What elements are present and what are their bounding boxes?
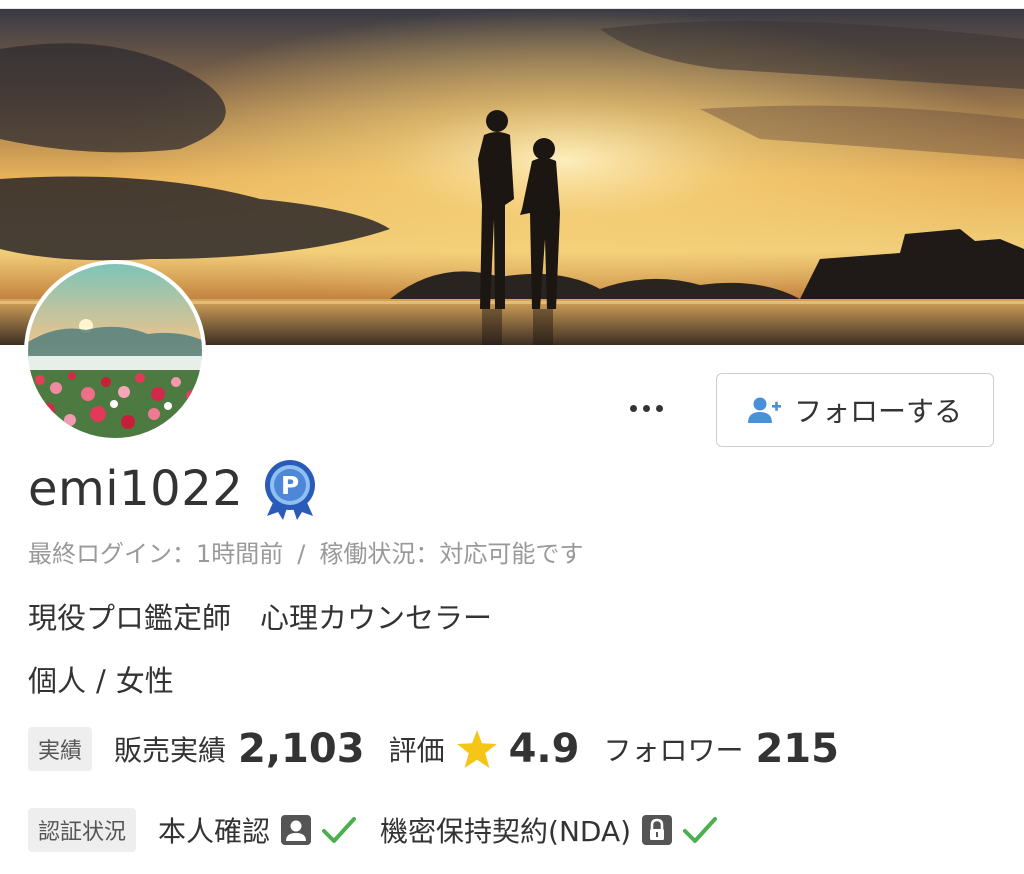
rating-label: 評価 (388, 734, 445, 767)
followers-value[interactable]: 215 (755, 726, 839, 772)
account-type: 個人 (28, 664, 87, 698)
lock-icon (642, 815, 673, 845)
activity-status: 稼働状況：対応可能です (319, 540, 584, 568)
svg-text:P: P (281, 471, 299, 500)
identity-verification-label: 本人確認 (158, 815, 271, 848)
username: emi1022 (28, 461, 244, 517)
nda-label: 機密保持契約(NDA) (380, 815, 632, 848)
separator: / (96, 664, 106, 698)
follow-button[interactable]: フォローする (716, 373, 994, 447)
gender: 女性 (115, 664, 174, 698)
check-icon (322, 817, 357, 843)
check-icon (683, 817, 718, 843)
followers-label: フォロワー (603, 734, 744, 767)
stats-tag: 実績 (28, 727, 93, 771)
profile-tagline: 現役プロ鑑定師 心理カウンセラー (28, 601, 493, 635)
verification-row: 認証状況 本人確認 機密保持契約(NDA) (28, 808, 741, 852)
status-line: 最終ログイン：1時間前 / 稼働状況：対応可能です (28, 534, 583, 569)
more-horizontal-icon (629, 404, 637, 412)
follow-button-label: フォローする (793, 395, 962, 428)
sales-value: 2,103 (238, 726, 365, 772)
avatar[interactable] (28, 264, 202, 438)
verification-tag: 認証状況 (28, 808, 137, 852)
user-plus-icon (747, 397, 781, 423)
star-icon (456, 730, 497, 768)
sales-label: 販売実績 (114, 734, 227, 767)
profile-demographics: 個人 / 女性 (28, 658, 174, 700)
last-login: 最終ログイン：1時間前 (28, 540, 284, 568)
id-card-icon (281, 815, 312, 845)
stats-row: 実績 販売実績 2,103 評価 4.9 フォロワー 215 (28, 726, 863, 772)
separator: / (297, 540, 306, 568)
platinum-badge-icon: P (265, 460, 316, 520)
more-options-button[interactable] (618, 388, 674, 428)
rating-value: 4.9 (508, 726, 580, 772)
